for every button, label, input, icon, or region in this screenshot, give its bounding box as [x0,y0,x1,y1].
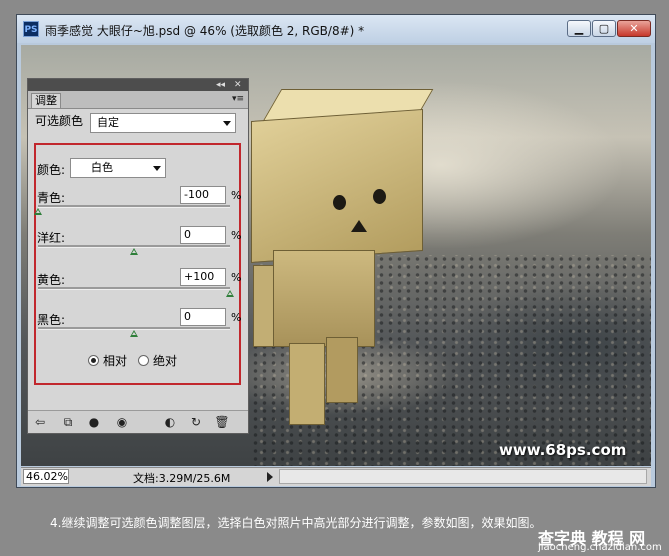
figure-left-leg [289,343,325,425]
yellow-slider-track[interactable] [38,287,230,290]
figure-left-eye [333,195,346,210]
absolute-radio[interactable] [138,355,149,366]
photoshop-app-icon: PS [23,21,39,37]
black-slider-thumb[interactable] [130,330,138,337]
figure-head [251,108,423,264]
yellow-unit: % [231,271,242,284]
yellow-input[interactable]: +100 [180,268,226,286]
preset-value: 自定 [97,116,119,129]
back-arrow-icon[interactable]: ⇦ [32,415,48,429]
relative-radio[interactable] [88,355,99,366]
cyan-input[interactable]: -100 [180,186,226,204]
adjustments-panel: ◂◂ ✕ 调整 ▾≡ 可选颜色 自定 颜色: 白色 青色: -100 % 洋红:… [27,78,249,434]
magenta-slider-thumb[interactable] [130,248,138,255]
tab-adjustments[interactable]: 调整 [31,93,61,108]
magenta-label: 洋红: [37,231,66,245]
panel-tab-bar: 调整 ▾≡ [28,91,248,109]
view-previous-icon[interactable]: ◐ [162,415,178,429]
status-bar: 46.02% 文档:3.29M/25.6M [21,467,651,486]
document-size-info[interactable]: 文档:3.29M/25.6M [133,470,230,486]
figure-mouth [351,220,367,232]
collapse-panel-icon[interactable]: ◂◂ [216,79,225,91]
close-button[interactable]: ✕ [617,20,651,37]
window-title: 雨季感觉 大眼仔~旭.psd @ 46% (选取颜色 2, RGB/8#) * [45,24,365,38]
cyan-slider-track[interactable] [38,205,230,208]
black-input[interactable]: 0 [180,308,226,326]
figure-body [273,250,375,347]
yellow-slider-thumb[interactable] [226,290,234,297]
figure-right-leg [326,337,358,403]
colors-select[interactable]: 白色 [70,158,166,178]
zoom-field[interactable]: 46.02% [23,469,69,484]
cyan-unit: % [231,189,242,202]
document-canvas[interactable]: www.68ps.com ◂◂ ✕ 调整 ▾≡ 可选颜色 自定 颜色: 白色 青… [21,45,651,466]
close-panel-icon[interactable]: ✕ [234,79,242,91]
title-bar[interactable]: PS 雨季感觉 大眼仔~旭.psd @ 46% (选取颜色 2, RGB/8#)… [17,15,655,43]
magenta-input[interactable]: 0 [180,226,226,244]
black-label: 黑色: [37,313,66,327]
eye-icon[interactable]: ◉ [114,415,130,429]
highlight-frame [34,143,241,385]
magenta-unit: % [231,229,242,242]
photo-watermark: www.68ps.com [499,441,627,459]
trash-icon[interactable]: 🗑 [214,415,230,429]
selective-color-label: 可选颜色 [35,114,84,128]
maximize-button[interactable]: ▢ [592,20,616,37]
reset-icon[interactable]: ↻ [188,415,204,429]
panel-menu-icon[interactable]: ▾≡ [232,94,244,104]
absolute-label: 绝对 [153,354,178,368]
panel-header[interactable]: ◂◂ ✕ [28,79,248,91]
relative-label: 相对 [103,354,128,368]
minimize-button[interactable]: ▁ [567,20,591,37]
yellow-label: 黄色: [37,273,66,287]
cyan-label: 青色: [37,191,66,205]
colors-label: 颜色: [37,163,66,177]
tutorial-caption: 4.继续调整可选颜色调整图层，选择白色对照片中高光部分进行调整，参数如图，效果如… [50,516,542,530]
horizontal-scrollbar[interactable] [279,469,647,484]
site-watermark-url: jiaocheng.chazidian.com [538,542,662,553]
figure-right-eye [373,189,386,204]
colors-value: 白色 [91,161,113,174]
chevron-down-icon [153,166,161,171]
panel-footer-toolbar: ⇦ ⧉ ● ◉ ◐ ↻ 🗑 [28,410,248,433]
cyan-slider-thumb[interactable] [34,208,42,215]
visibility-icon[interactable]: ● [86,415,102,429]
chevron-down-icon [223,121,231,126]
preset-select[interactable]: 自定 [90,113,236,133]
photoshop-document-window: PS 雨季感觉 大眼仔~旭.psd @ 46% (选取颜色 2, RGB/8#)… [16,14,656,488]
status-menu-arrow-icon[interactable] [267,472,273,482]
black-unit: % [231,311,242,324]
clip-layer-icon[interactable]: ⧉ [60,415,76,429]
